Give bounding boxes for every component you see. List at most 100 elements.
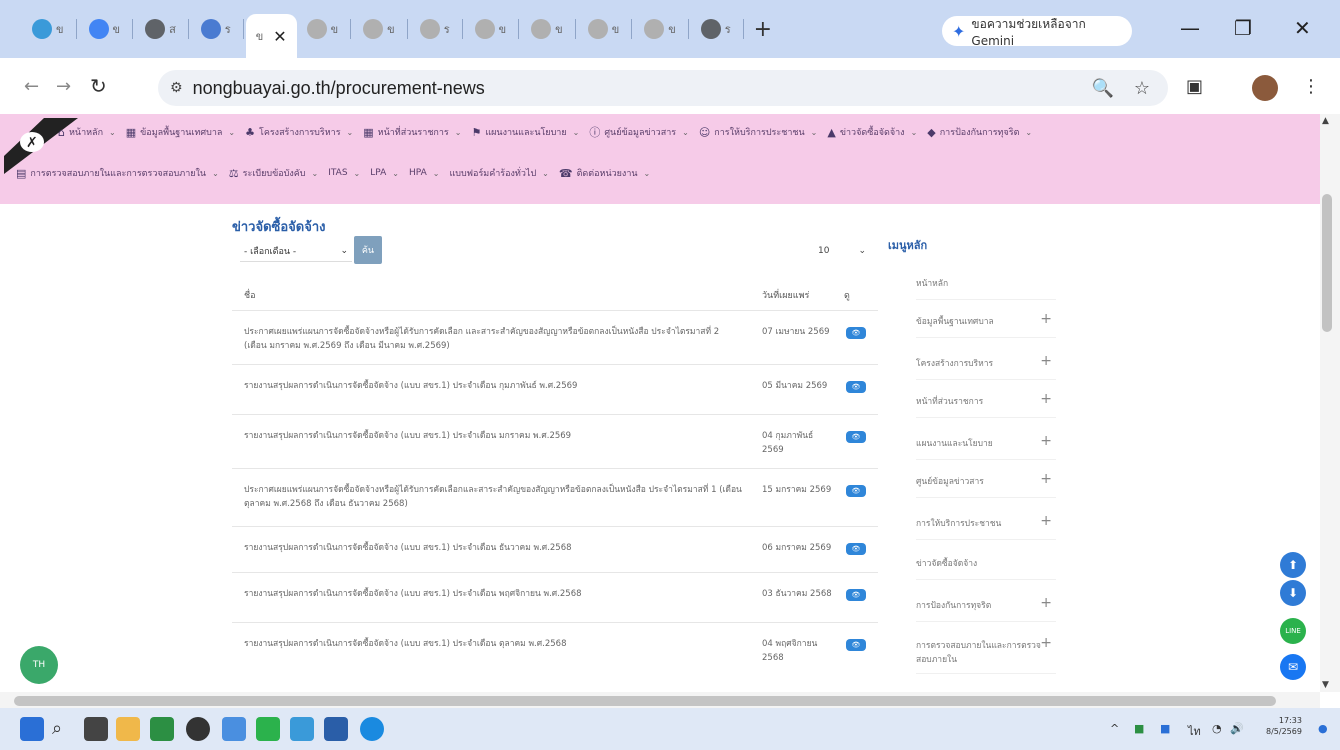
- expand-plus-icon[interactable]: +: [1040, 513, 1052, 529]
- browser-tab[interactable]: ข: [79, 12, 131, 46]
- browser-tab[interactable]: ข: [465, 12, 517, 46]
- gemini-button[interactable]: ✦ ขอความช่วยเหลือจาก Gemini: [942, 16, 1132, 48]
- store-icon[interactable]: [324, 717, 348, 741]
- horizontal-scroll-thumb[interactable]: [14, 696, 1276, 706]
- tab-active[interactable]: ข ✕: [245, 14, 297, 58]
- browser-tab[interactable]: ข: [353, 12, 405, 46]
- nav-item[interactable]: ◆ การป้องกันการทุจริต ⌄: [927, 125, 1032, 139]
- taskbar-search-icon[interactable]: ⌕: [52, 718, 62, 739]
- site-settings-icon[interactable]: ⚙: [170, 80, 183, 96]
- row-title[interactable]: ประกาศเผยแพร่แผนการจัดซื้อจัดจ้างหรือผู้…: [244, 483, 744, 511]
- view-icon[interactable]: 👁: [846, 543, 866, 555]
- sidebar-item[interactable]: การตรวจสอบภายในและการตรวจสอบภายใน +: [916, 635, 1056, 674]
- sidebar-item[interactable]: การให้บริการประชาชน +: [916, 513, 1056, 540]
- per-page-select[interactable]: 10 ⌄: [812, 240, 872, 262]
- avatar[interactable]: [1252, 75, 1278, 101]
- sidebar-item[interactable]: โครงสร้างการบริหาร +: [916, 353, 1056, 380]
- forward-icon[interactable]: →: [56, 76, 71, 97]
- line-app-icon[interactable]: [256, 717, 280, 741]
- sidebar-item[interactable]: การป้องกันการทุจริต +: [916, 595, 1056, 622]
- sidebar-item[interactable]: ข่าวจัดซื้อจัดจ้าง: [916, 556, 1056, 580]
- line-chat-icon[interactable]: LINE: [1280, 618, 1306, 644]
- close-tab-icon[interactable]: ✕: [273, 27, 286, 46]
- vertical-scroll-thumb[interactable]: [1322, 194, 1332, 332]
- view-icon[interactable]: 👁: [846, 327, 866, 339]
- bookmark-star-icon[interactable]: ☆: [1134, 78, 1150, 99]
- browser-tab[interactable]: ข: [578, 12, 630, 46]
- view-icon[interactable]: 👁: [846, 431, 866, 443]
- row-title[interactable]: รายงานสรุปผลการดำเนินการจัดซื้อจัดจ้าง (…: [244, 541, 744, 555]
- browser-tab[interactable]: ข: [634, 12, 686, 46]
- expand-plus-icon[interactable]: +: [1040, 635, 1052, 651]
- sidebar-item[interactable]: ข้อมูลพื้นฐานเทศบาล +: [916, 311, 1056, 338]
- nav-item[interactable]: ▤ การตรวจสอบภายในและการตรวจสอบภายใน ⌄: [16, 166, 219, 180]
- tray-app2-icon[interactable]: ■: [1160, 722, 1170, 735]
- table-row[interactable]: ประกาศเผยแพร่แผนการจัดซื้อจัดจ้างหรือผู้…: [232, 310, 878, 364]
- view-icon[interactable]: 👁: [846, 485, 866, 497]
- app-icon[interactable]: [150, 717, 174, 741]
- browser-tab[interactable]: ข: [297, 12, 349, 46]
- taskview-icon[interactable]: [84, 717, 108, 741]
- lens-icon[interactable]: ▣: [1186, 76, 1203, 97]
- new-tab-icon[interactable]: +: [754, 17, 772, 42]
- nav-item[interactable]: ⚑ แผนงานและนโยบาย ⌄: [471, 125, 579, 139]
- tray-chevron-icon[interactable]: ^: [1110, 722, 1119, 735]
- taskbar-clock[interactable]: 17:33 8/5/2569: [1266, 715, 1302, 737]
- table-row[interactable]: ประกาศเผยแพร่แผนการจัดซื้อจัดจ้างหรือผู้…: [232, 468, 878, 526]
- wifi-icon[interactable]: ◔: [1212, 722, 1222, 735]
- photos-icon[interactable]: [222, 717, 246, 741]
- row-title[interactable]: รายงานสรุปผลการดำเนินการจัดซื้อจัดจ้าง (…: [244, 637, 744, 651]
- nav-item[interactable]: ☎ ติดต่อหน่วยงาน ⌄: [559, 166, 650, 180]
- sidebar-item[interactable]: หน้าหลัก: [916, 276, 1056, 300]
- reload-icon[interactable]: ↻: [90, 74, 107, 98]
- month-select[interactable]: - เลือกเดือน - ⌄: [240, 240, 352, 262]
- nav-item[interactable]: ⌂ หน้าหลัก ⌄: [58, 125, 116, 139]
- nav-item[interactable]: ▦ หน้าที่ส่วนราชการ ⌄: [363, 125, 461, 139]
- expand-plus-icon[interactable]: +: [1040, 433, 1052, 449]
- notification-icon[interactable]: ●: [1318, 722, 1328, 735]
- language-icon[interactable]: ไท: [1188, 722, 1201, 740]
- nav-item[interactable]: ♣ โครงสร้างการบริหาร ⌄: [245, 125, 353, 139]
- table-row[interactable]: รายงานสรุปผลการดำเนินการจัดซื้อจัดจ้าง (…: [232, 622, 878, 682]
- scroll-top-icon[interactable]: ⬆: [1280, 552, 1306, 578]
- explorer-icon[interactable]: [116, 717, 140, 741]
- table-row[interactable]: รายงานสรุปผลการดำเนินการจัดซื้อจัดจ้าง (…: [232, 572, 878, 622]
- browser-tab[interactable]: ข: [521, 12, 573, 46]
- address-bar[interactable]: ⚙ nongbuayai.go.th/procurement-news 🔍 ☆: [158, 70, 1168, 106]
- view-icon[interactable]: 👁: [846, 381, 866, 393]
- sidebar-item[interactable]: ศูนย์ข้อมูลข่าวสาร +: [916, 471, 1056, 498]
- volume-icon[interactable]: 🔊: [1230, 722, 1244, 735]
- row-title[interactable]: รายงานสรุปผลการดำเนินการจัดซื้อจัดจ้าง (…: [244, 379, 744, 393]
- nav-item[interactable]: ITAS ⌄: [328, 168, 360, 178]
- nav-item[interactable]: ⚖ ระเบียบข้อบังคับ ⌄: [229, 166, 318, 180]
- browser-tab[interactable]: ร: [191, 12, 241, 46]
- table-row[interactable]: รายงานสรุปผลการดำเนินการจัดซื้อจัดจ้าง (…: [232, 364, 878, 414]
- expand-plus-icon[interactable]: +: [1040, 391, 1052, 407]
- table-row[interactable]: รายงานสรุปผลการดำเนินการจัดซื้อจัดจ้าง (…: [232, 414, 878, 468]
- nav-item[interactable]: LPA ⌄: [370, 168, 399, 178]
- maximize-icon[interactable]: ❐: [1234, 16, 1252, 40]
- scroll-down-icon[interactable]: ⬇: [1280, 580, 1306, 606]
- browser-tab[interactable]: ส: [135, 12, 186, 46]
- start-icon[interactable]: [20, 717, 44, 741]
- sidebar-item[interactable]: แผนงานและนโยบาย +: [916, 433, 1056, 460]
- row-title[interactable]: รายงานสรุปผลการดำเนินการจัดซื้อจัดจ้าง (…: [244, 429, 744, 443]
- expand-plus-icon[interactable]: +: [1040, 471, 1052, 487]
- menu-kebab-icon[interactable]: ⋮: [1302, 76, 1320, 97]
- close-window-icon[interactable]: ✕: [1294, 16, 1311, 40]
- view-icon[interactable]: 👁: [846, 589, 866, 601]
- browser-tab[interactable]: ร: [691, 12, 741, 46]
- browser-tab[interactable]: ข: [22, 12, 74, 46]
- back-icon[interactable]: ←: [24, 76, 39, 97]
- table-row[interactable]: รายงานสรุปผลการดำเนินการจัดซื้อจัดจ้าง (…: [232, 526, 878, 572]
- minimize-icon[interactable]: —: [1180, 16, 1200, 40]
- scroll-down-arrow-icon[interactable]: ▼: [1322, 680, 1329, 690]
- nav-item[interactable]: ▦ ข้อมูลพื้นฐานเทศบาล ⌄: [126, 125, 235, 139]
- nav-item[interactable]: HPA ⌄: [409, 168, 439, 178]
- row-title[interactable]: ประกาศเผยแพร่แผนการจัดซื้อจัดจ้างหรือผู้…: [244, 325, 744, 353]
- view-icon[interactable]: 👁: [846, 639, 866, 651]
- app2-icon[interactable]: [290, 717, 314, 741]
- row-title[interactable]: รายงานสรุปผลการดำเนินการจัดซื้อจัดจ้าง (…: [244, 587, 744, 601]
- expand-plus-icon[interactable]: +: [1040, 595, 1052, 611]
- zoom-icon[interactable]: 🔍: [1091, 78, 1113, 99]
